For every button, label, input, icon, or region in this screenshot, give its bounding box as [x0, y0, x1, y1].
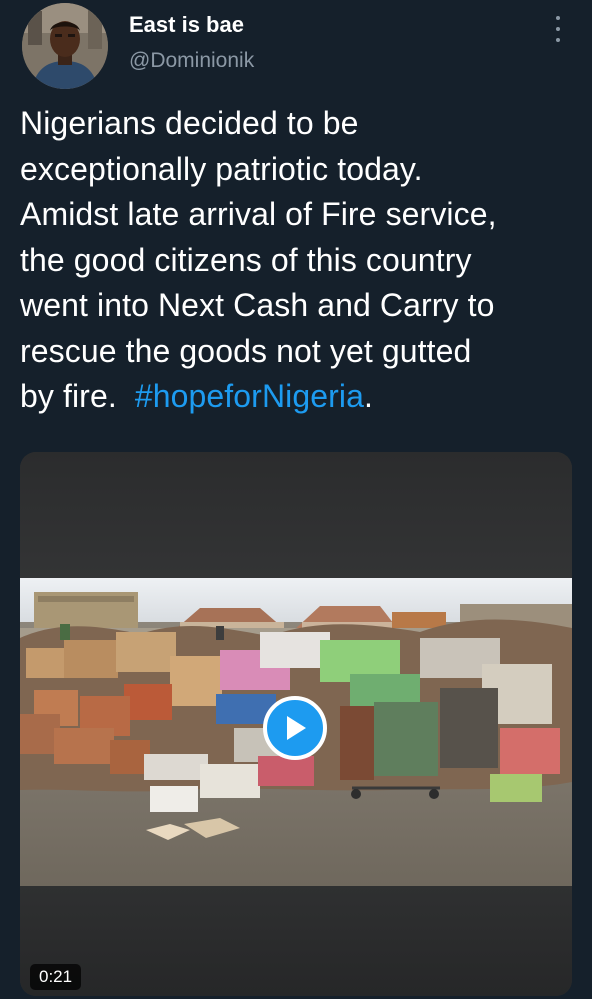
more-dot	[556, 27, 560, 31]
tweet-line: Amidst late arrival of Fire service,	[20, 196, 497, 232]
tweet-line-prefix: by fire.	[20, 378, 135, 414]
more-dot	[556, 38, 560, 42]
tweet-line: rescue the goods not yet gutted	[20, 332, 472, 369]
profile-photo	[22, 3, 108, 89]
avatar[interactable]	[22, 3, 108, 89]
tweet-line: Nigerians decided to be	[20, 105, 359, 141]
play-icon	[287, 716, 306, 740]
video-player[interactable]: 0:21	[20, 452, 572, 996]
play-button[interactable]	[263, 696, 327, 760]
video-letterbox-bottom	[20, 886, 572, 996]
author-handle[interactable]: @Dominionik	[129, 49, 254, 73]
tweet-line: exceptionally patriotic today.	[20, 150, 423, 187]
tweet-text: Nigerians decided to be exceptionally pa…	[20, 101, 580, 420]
tweet-line-last: by fire. #hopeforNigeria.	[20, 374, 580, 420]
more-dot	[556, 16, 560, 20]
author-display-name[interactable]: East is bae	[129, 12, 244, 38]
tweet-line: the good citizens of this country	[20, 241, 472, 278]
tweet-line-suffix: .	[364, 378, 374, 414]
video-duration: 0:21	[30, 964, 82, 990]
more-options-icon[interactable]	[546, 14, 570, 44]
hashtag-link[interactable]: #hopeforNigeria	[135, 378, 364, 414]
tweet-line: went into Next Cash and Carry to	[20, 287, 495, 323]
video-letterbox-top	[20, 452, 572, 578]
